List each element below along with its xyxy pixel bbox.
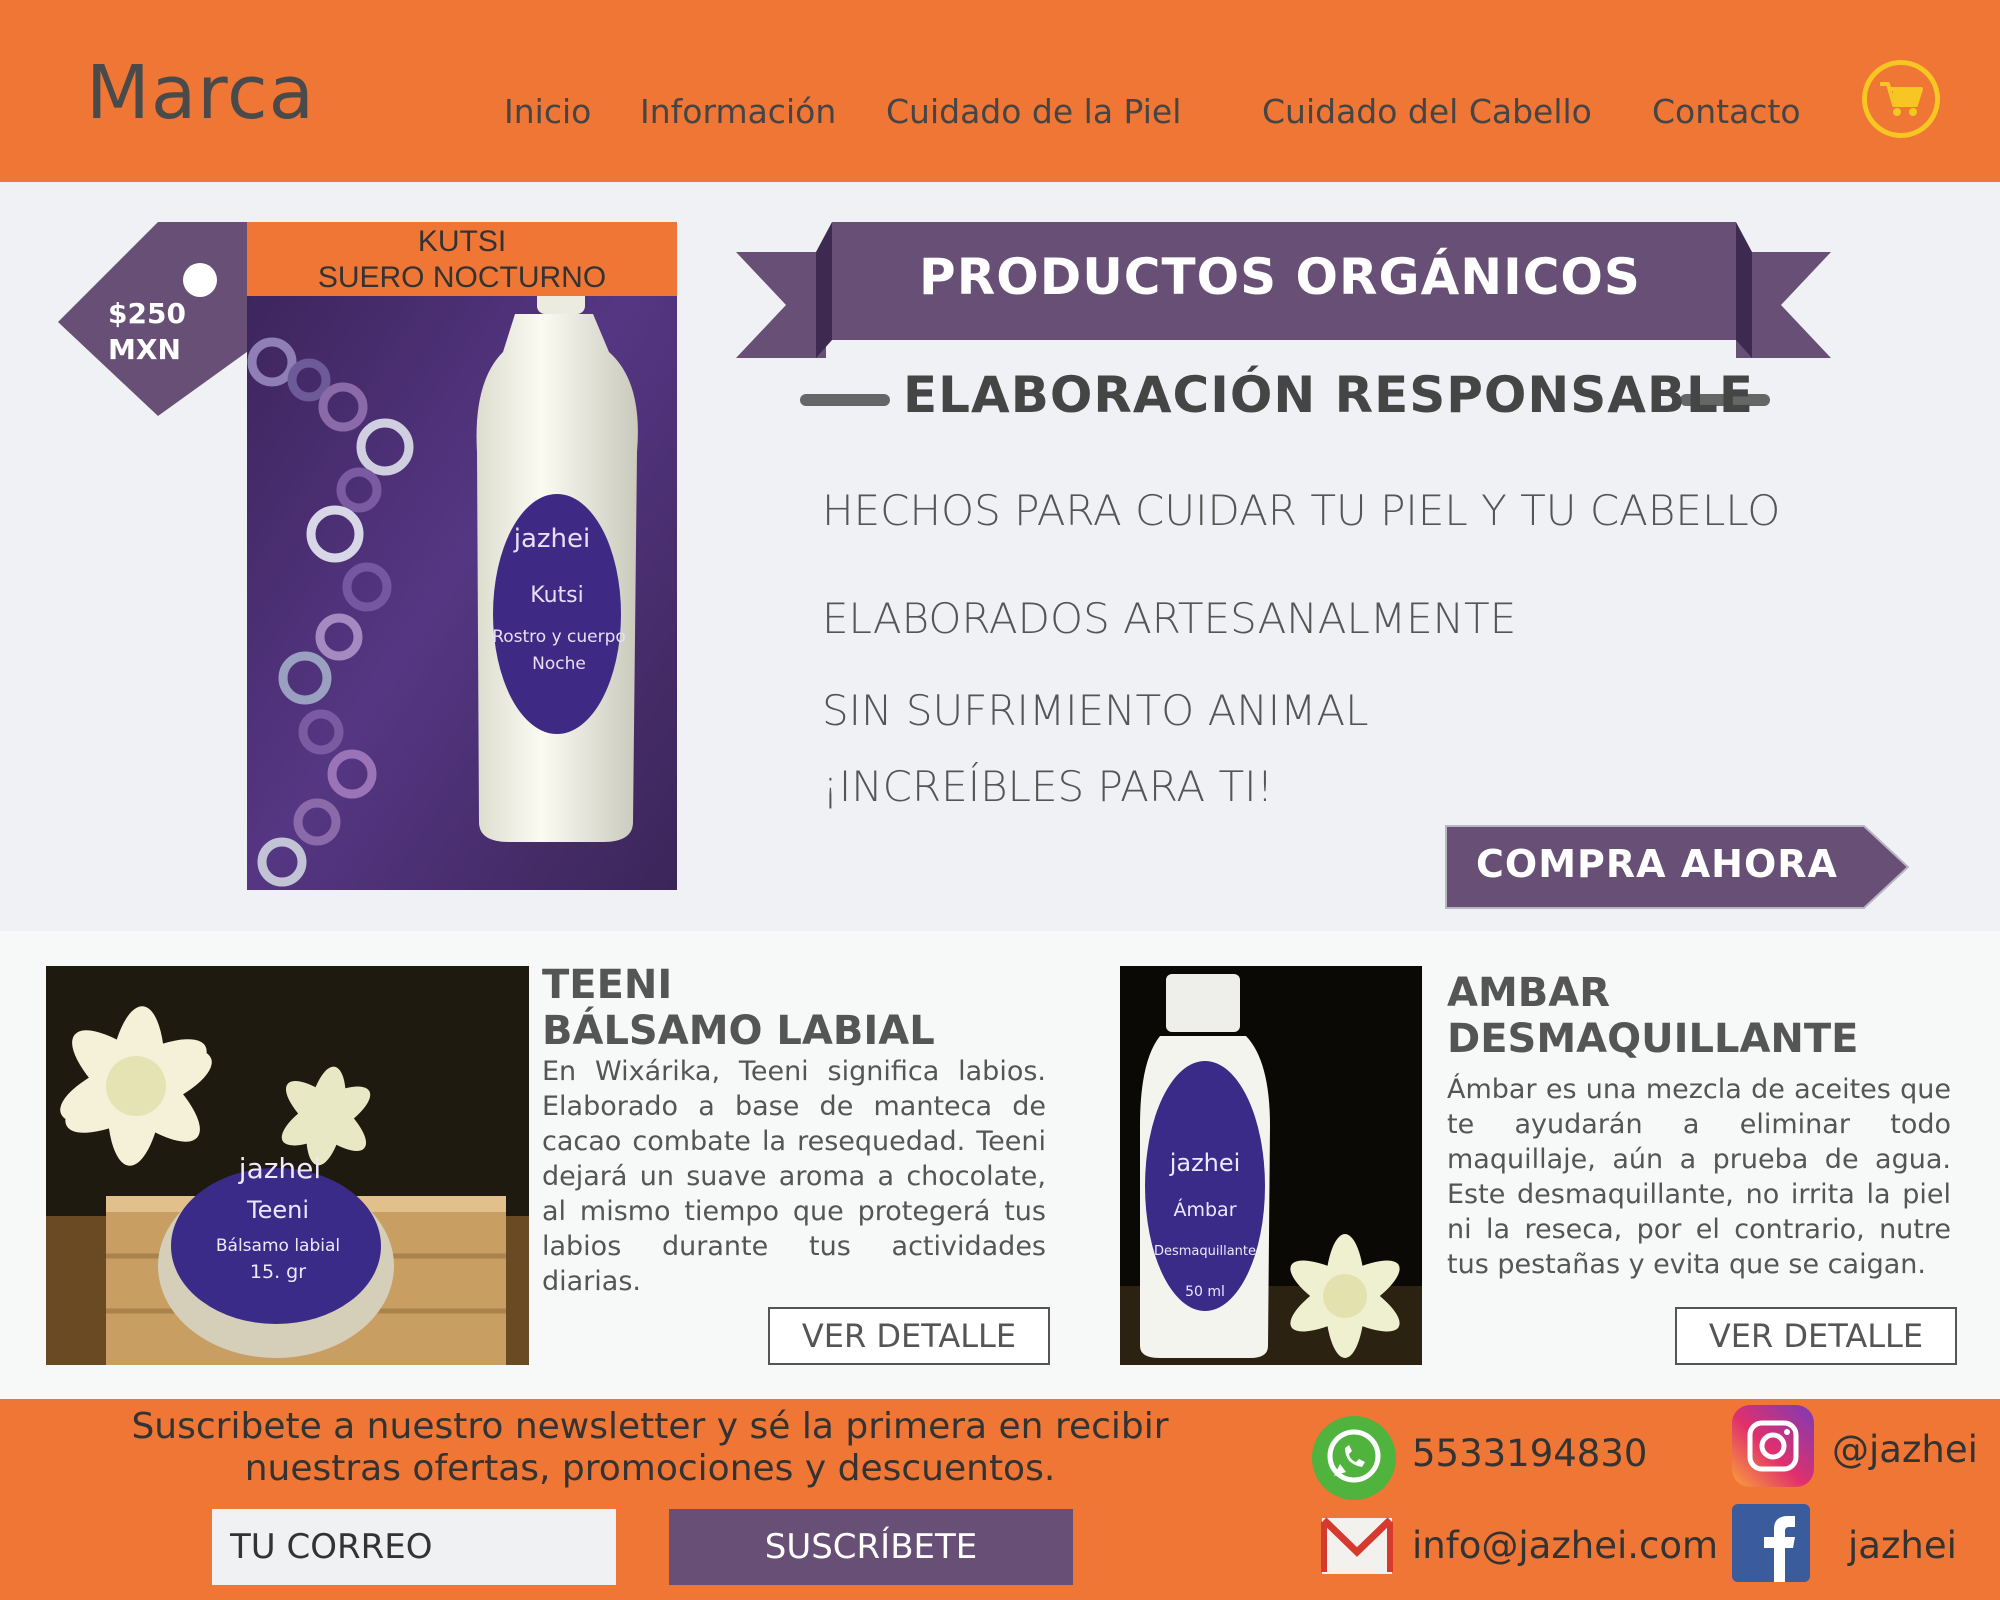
- svg-text:Rostro y cuerpo: Rostro y cuerpo: [492, 627, 626, 647]
- facebook-handle[interactable]: jazhei: [1848, 1524, 1957, 1567]
- svg-text:jazhei: jazhei: [1169, 1149, 1241, 1177]
- feature-item: SIN SUFRIMIENTO ANIMAL: [822, 686, 1369, 735]
- ambar-photo: jazhei Ámbar Desmaquillante 50 ml: [1120, 966, 1422, 1365]
- feature-item: ¡INCREÍBLES PARA TI!: [822, 762, 1274, 811]
- nav-item-cuidado-piel[interactable]: Cuidado de la Piel: [886, 92, 1181, 131]
- newsletter-text: Suscribete a nuestro newsletter y sé la …: [131, 1406, 1169, 1489]
- teeni-detail-button[interactable]: VER DETALLE: [768, 1307, 1050, 1365]
- nav-item-informacion[interactable]: Información: [640, 92, 836, 131]
- facebook-icon[interactable]: [1732, 1504, 1810, 1582]
- feature-item: ELABORADOS ARTESANALMENTE: [822, 594, 1517, 643]
- shopping-cart-icon: [1880, 82, 1923, 116]
- subheading: ELABORACIÓN RESPONSABLE: [903, 366, 1755, 424]
- buy-now-label[interactable]: COMPRA AHORA: [1476, 842, 1838, 886]
- svg-text:50 ml: 50 ml: [1185, 1284, 1225, 1300]
- feature-item: HECHOS PARA CUIDAR TU PIEL Y TU CABELLO: [822, 486, 1781, 535]
- svg-text:Noche: Noche: [532, 654, 586, 674]
- price-label: $250 MXN: [108, 297, 186, 366]
- instagram-handle[interactable]: @jazhei: [1832, 1428, 1978, 1471]
- svg-text:Bálsamo labial: Bálsamo labial: [216, 1236, 340, 1256]
- featured-product-image[interactable]: jazhei Kutsi Rostro y cuerpo Noche KUTSI…: [247, 222, 677, 890]
- subheading-rule-left: [800, 394, 890, 406]
- nav-item-cuidado-cabello[interactable]: Cuidado del Cabello: [1262, 92, 1592, 131]
- ambar-product-description: Ámbar es una mezcla de aceites que te ay…: [1447, 1074, 1951, 1280]
- shopping-cart-button[interactable]: [1862, 60, 1940, 138]
- teeni-product-title: TEENI BÁLSAMO LABIAL: [542, 962, 935, 1054]
- phone-number[interactable]: 5533194830: [1412, 1432, 1647, 1475]
- subscribe-button[interactable]: SUSCRÍBETE: [669, 1509, 1073, 1585]
- featured-product-title: KUTSI SUERO NOCTURNO: [247, 222, 677, 296]
- nav-item-inicio[interactable]: Inicio: [504, 92, 591, 131]
- svg-text:Kutsi: Kutsi: [530, 583, 583, 608]
- teeni-photo: jazhei Teeni Bálsamo labial 15. gr: [46, 966, 529, 1365]
- email-icon[interactable]: [1320, 1514, 1394, 1578]
- whatsapp-icon[interactable]: [1310, 1414, 1398, 1502]
- svg-text:15. gr: 15. gr: [250, 1261, 306, 1283]
- svg-text:Teeni: Teeni: [246, 1196, 309, 1224]
- teeni-product-description: En Wixárika, Teeni significa labios. Ela…: [542, 1056, 1046, 1297]
- instagram-icon[interactable]: [1732, 1405, 1814, 1487]
- svg-text:jazhei: jazhei: [238, 1152, 321, 1185]
- teeni-product-image[interactable]: jazhei Teeni Bálsamo labial 15. gr: [46, 966, 529, 1365]
- kutsi-bottle-photo: jazhei Kutsi Rostro y cuerpo Noche: [247, 222, 677, 890]
- nav-item-contacto[interactable]: Contacto: [1652, 92, 1801, 131]
- ambar-detail-button[interactable]: VER DETALLE: [1675, 1307, 1957, 1365]
- svg-text:jazhei: jazhei: [513, 524, 591, 554]
- ambar-product-title: AMBAR DESMAQUILLANTE: [1447, 970, 1859, 1062]
- banner-title: PRODUCTOS ORGÁNICOS: [919, 248, 1641, 306]
- ambar-product-image[interactable]: jazhei Ámbar Desmaquillante 50 ml: [1120, 966, 1422, 1365]
- newsletter-email-input[interactable]: [212, 1509, 616, 1585]
- brand-logo[interactable]: Marca: [86, 50, 315, 136]
- svg-text:Ámbar: Ámbar: [1173, 1198, 1236, 1221]
- contact-email[interactable]: info@jazhei.com: [1412, 1524, 1718, 1567]
- svg-text:Desmaquillante: Desmaquillante: [1154, 1244, 1256, 1259]
